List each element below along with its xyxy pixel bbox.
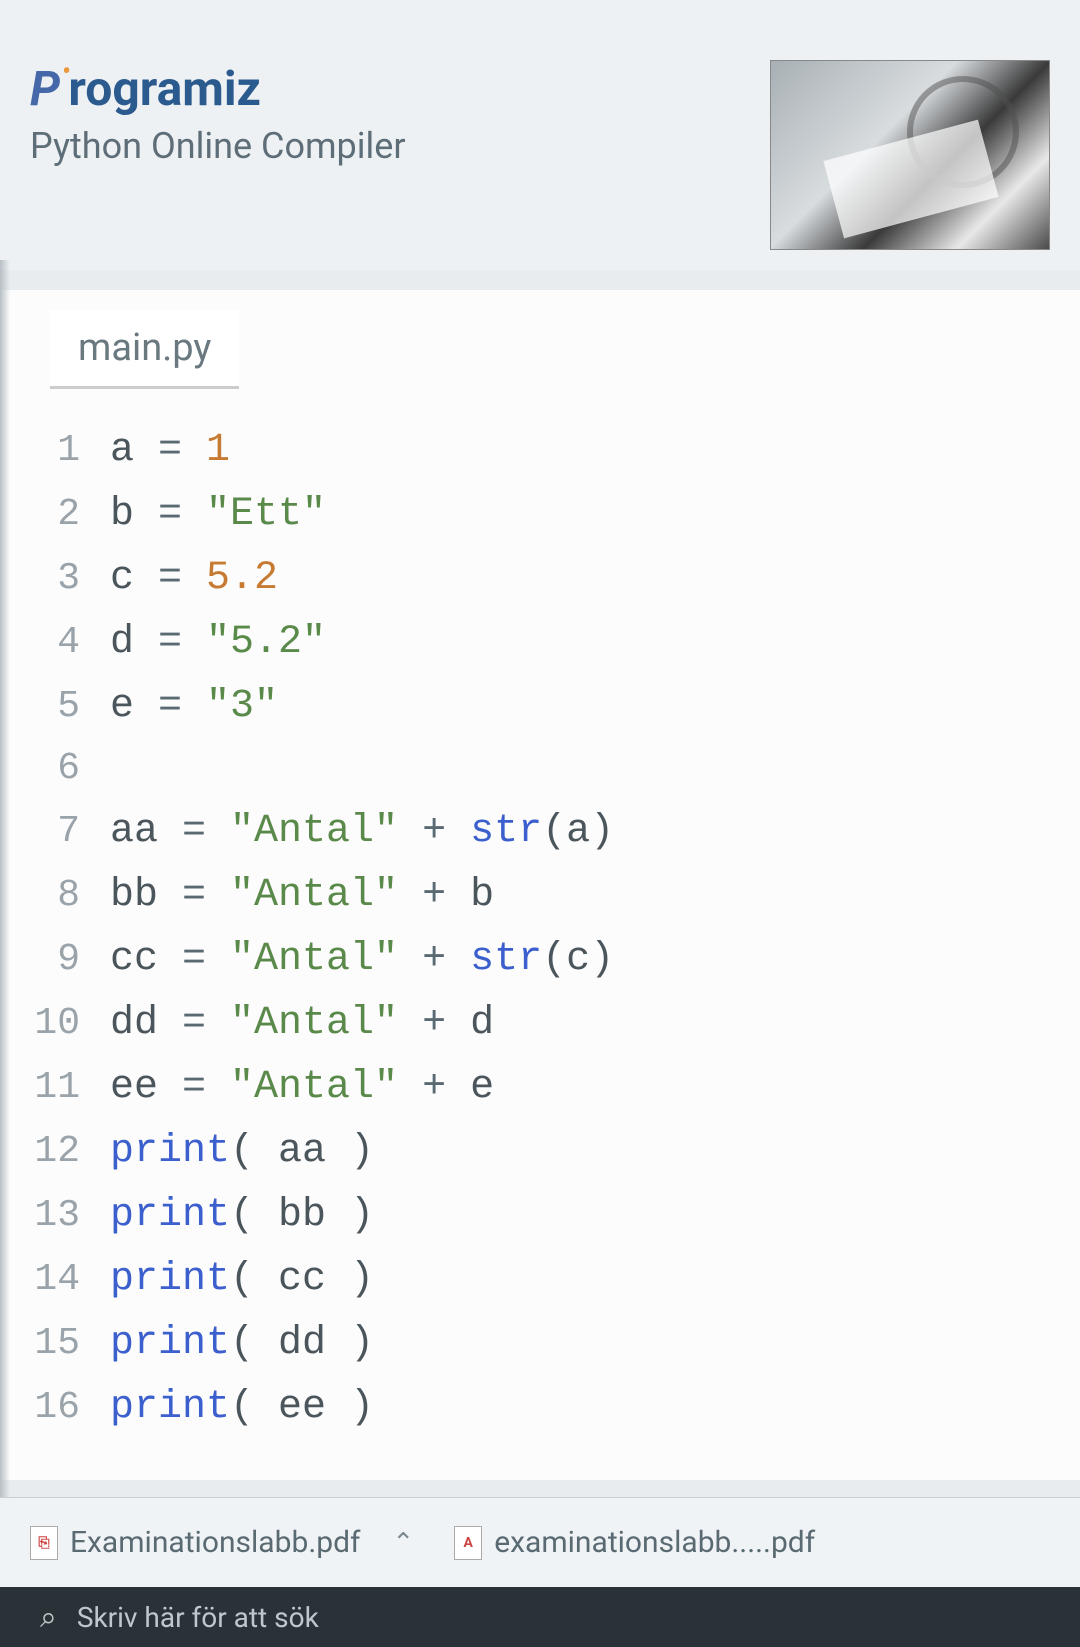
- line-content[interactable]: print( bb ): [110, 1184, 1080, 1248]
- code-line[interactable]: 15print( dd ): [0, 1312, 1080, 1376]
- brand-area: P•rogramiz Python Online Compiler: [30, 60, 406, 167]
- line-number: 5: [0, 677, 110, 738]
- search-icon[interactable]: ⌕: [40, 1600, 57, 1635]
- code-line[interactable]: 2b = "Ett": [0, 483, 1080, 547]
- code-line[interactable]: 12print( aa ): [0, 1120, 1080, 1184]
- line-content[interactable]: print( aa ): [110, 1120, 1080, 1184]
- downloads-bar: ⎘ Examinationslabb.pdf ⌃ A examinationsl…: [0, 1497, 1080, 1587]
- line-content[interactable]: cc = "Antal" + str(c): [110, 928, 1080, 992]
- download-filename: Examinationslabb.pdf: [70, 1525, 360, 1560]
- code-line[interactable]: 1a = 1: [0, 419, 1080, 483]
- line-content[interactable]: b = "Ett": [110, 483, 1080, 547]
- line-number: 15: [0, 1314, 110, 1375]
- line-content[interactable]: ee = "Antal" + e: [110, 1056, 1080, 1120]
- line-content[interactable]: print( ee ): [110, 1376, 1080, 1440]
- line-number: 13: [0, 1186, 110, 1247]
- pdf-icon: ⎘: [30, 1526, 58, 1560]
- line-number: 16: [0, 1378, 110, 1439]
- download-filename: examinationslabb.....pdf: [494, 1525, 815, 1560]
- ad-image[interactable]: [770, 60, 1050, 250]
- line-content[interactable]: print( dd ): [110, 1312, 1080, 1376]
- page-subtitle: Python Online Compiler: [30, 125, 406, 167]
- windows-taskbar[interactable]: ⌕ Skriv här för att sök: [0, 1587, 1080, 1647]
- line-number: 10: [0, 994, 110, 1055]
- code-line[interactable]: 3c = 5.2: [0, 547, 1080, 611]
- line-number: 6: [0, 739, 110, 800]
- download-item[interactable]: A examinationslabb.....pdf: [454, 1525, 815, 1560]
- code-line[interactable]: 13print( bb ): [0, 1184, 1080, 1248]
- code-line[interactable]: 8bb = "Antal" + b: [0, 864, 1080, 928]
- tab-main-py[interactable]: main.py: [50, 310, 239, 389]
- chevron-up-icon[interactable]: ⌃: [392, 1528, 414, 1558]
- line-content[interactable]: print( cc ): [110, 1248, 1080, 1312]
- code-line[interactable]: 4d = "5.2": [0, 611, 1080, 675]
- line-content[interactable]: bb = "Antal" + b: [110, 864, 1080, 928]
- programiz-logo[interactable]: P•rogramiz: [30, 60, 406, 117]
- window-left-edge: [0, 260, 10, 1497]
- code-line[interactable]: 9cc = "Antal" + str(c): [0, 928, 1080, 992]
- line-number: 9: [0, 930, 110, 991]
- line-content[interactable]: c = 5.2: [110, 547, 1080, 611]
- download-item[interactable]: ⎘ Examinationslabb.pdf ⌃: [30, 1525, 414, 1560]
- code-line[interactable]: 11ee = "Antal" + e: [0, 1056, 1080, 1120]
- app-header: P•rogramiz Python Online Compiler: [0, 0, 1080, 270]
- pdf-icon: A: [454, 1526, 482, 1560]
- code-editor: main.py 1a = 12b = "Ett"3c = 5.24d = "5.…: [0, 290, 1080, 1480]
- code-line[interactable]: 7aa = "Antal" + str(a): [0, 800, 1080, 864]
- line-content[interactable]: d = "5.2": [110, 611, 1080, 675]
- code-line[interactable]: 16print( ee ): [0, 1376, 1080, 1440]
- line-content[interactable]: a = 1: [110, 419, 1080, 483]
- line-number: 7: [0, 802, 110, 863]
- line-number: 1: [0, 421, 110, 482]
- line-number: 4: [0, 613, 110, 674]
- line-number: 8: [0, 866, 110, 927]
- line-content[interactable]: e = "3": [110, 675, 1080, 739]
- line-number: 14: [0, 1250, 110, 1311]
- code-line[interactable]: 10dd = "Antal" + d: [0, 992, 1080, 1056]
- line-number: 2: [0, 485, 110, 546]
- line-number: 12: [0, 1122, 110, 1183]
- code-line[interactable]: 14print( cc ): [0, 1248, 1080, 1312]
- code-line[interactable]: 6: [0, 739, 1080, 800]
- line-content[interactable]: dd = "Antal" + d: [110, 992, 1080, 1056]
- line-number: 11: [0, 1058, 110, 1119]
- line-number: 3: [0, 549, 110, 610]
- code-text-area[interactable]: 1a = 12b = "Ett"3c = 5.24d = "5.2"5e = "…: [0, 389, 1080, 1440]
- taskbar-search-text[interactable]: Skriv här för att sök: [77, 1601, 319, 1634]
- editor-tab-bar: main.py: [0, 290, 1080, 389]
- code-line[interactable]: 5e = "3": [0, 675, 1080, 739]
- line-content[interactable]: aa = "Antal" + str(a): [110, 800, 1080, 864]
